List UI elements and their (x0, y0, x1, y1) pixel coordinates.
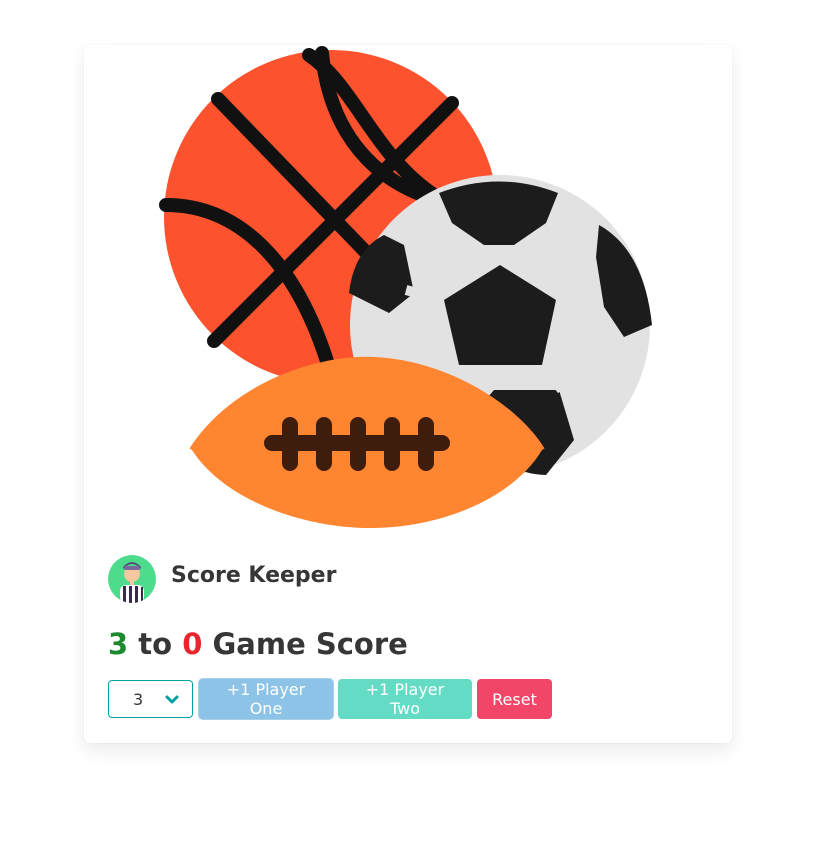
score-controls: 3 +1 Player One +1 Player Two Reset (108, 679, 552, 719)
score-card: Score Keeper 3 to 0 Game Score 3 +1 Play… (84, 45, 732, 743)
player-one-button[interactable]: +1 Player One (199, 679, 333, 719)
app-title: Score Keeper (171, 563, 337, 588)
reset-button[interactable]: Reset (477, 679, 552, 719)
sports-balls-illustration (159, 46, 652, 529)
winning-score-value: 3 (133, 689, 144, 709)
app-header: Score Keeper (108, 555, 336, 603)
player-two-score: 0 (182, 627, 203, 661)
player-two-button[interactable]: +1 Player Two (338, 679, 472, 719)
player-one-score: 3 (108, 627, 129, 661)
score-separator: to (138, 627, 173, 661)
winning-score-select[interactable]: 3 (108, 680, 193, 718)
referee-avatar (108, 555, 156, 603)
score-label: Game Score (212, 627, 408, 661)
score-display: 3 to 0 Game Score (108, 627, 408, 661)
chevron-down-icon (165, 695, 179, 704)
